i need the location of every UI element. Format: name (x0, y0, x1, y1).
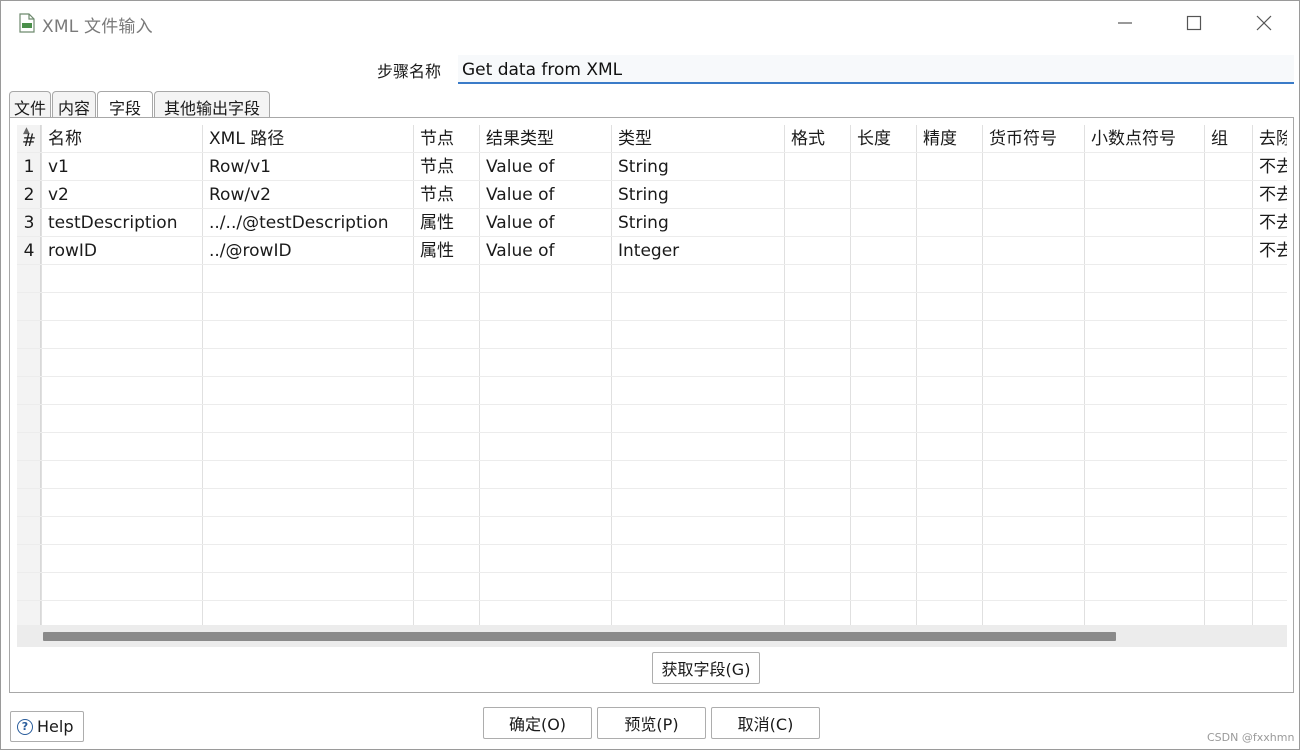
cell-name[interactable]: v2 (42, 181, 202, 209)
cell-xml-path[interactable]: Row/v2 (203, 181, 413, 209)
empty-table-row[interactable] (17, 405, 1287, 433)
cell-type[interactable]: String (612, 209, 784, 237)
column-header-format[interactable]: 格式 (785, 125, 850, 153)
step-name-input[interactable] (458, 55, 1294, 84)
column-header-currency[interactable]: 货币符号 (983, 125, 1084, 153)
cell-type[interactable]: String (612, 181, 784, 209)
cell-xml-path[interactable]: ../@rowID (203, 237, 413, 265)
cell-result-type[interactable]: Value of (480, 237, 611, 265)
get-fields-button[interactable]: 获取字段(G) (652, 652, 760, 684)
minimize-button[interactable] (1090, 1, 1160, 45)
cell-result-type[interactable]: Value of (480, 209, 611, 237)
maximize-icon (1186, 15, 1202, 31)
cell-result-type[interactable]: Value of (480, 181, 611, 209)
step-name-label: 步骤名称 (377, 62, 442, 81)
empty-table-row[interactable] (17, 489, 1287, 517)
dialog-window: XML 文件输入 步骤名称 文件 内容 字段 其他输出字段 ▲ # 名称 XML… (0, 0, 1300, 750)
fields-panel: ▲ # 名称 XML 路径 节点 结果类型 类型 格式 长度 精度 货币符号 小… (9, 117, 1294, 693)
cell-trim[interactable]: 不去掉 (1253, 181, 1287, 209)
cell-name[interactable]: testDescription (42, 209, 202, 237)
column-header-group[interactable]: 组 (1205, 125, 1252, 153)
cell-xml-path[interactable]: ../../@testDescription (203, 209, 413, 237)
close-icon (1256, 15, 1272, 31)
cell-name[interactable]: rowID (42, 237, 202, 265)
row-number: 4 (23, 241, 35, 261)
cancel-button[interactable]: 取消(C) (711, 707, 820, 739)
help-icon: ? (17, 718, 33, 735)
help-button[interactable]: ? Help (10, 711, 84, 742)
cell-trim[interactable]: 不去掉 (1253, 153, 1287, 181)
cell-node[interactable]: 属性 (414, 209, 479, 237)
empty-table-row[interactable] (17, 545, 1287, 573)
column-header-trim[interactable]: 去除空字符 (1253, 125, 1287, 153)
column-header-length[interactable]: 长度 (851, 125, 916, 153)
cell-name[interactable]: v1 (42, 153, 202, 181)
cell-xml-path[interactable]: Row/v1 (203, 153, 413, 181)
row-number: 1 (23, 157, 35, 177)
column-header-number[interactable]: # (17, 125, 41, 153)
column-header-precision[interactable]: 精度 (917, 125, 982, 153)
empty-table-row[interactable] (17, 573, 1287, 601)
help-label: Help (37, 717, 74, 736)
row-number: 2 (23, 185, 35, 205)
column-header-type[interactable]: 类型 (612, 125, 784, 153)
cell-trim[interactable]: 不去掉 (1253, 237, 1287, 265)
empty-table-row[interactable] (17, 349, 1287, 377)
empty-table-row[interactable] (17, 601, 1287, 625)
tab-fields[interactable]: 字段 (97, 91, 153, 118)
empty-table-row[interactable] (17, 265, 1287, 293)
table-row[interactable]: 4 rowID ../@rowID 属性 Value of Integer 不去… (17, 237, 1287, 265)
cell-result-type[interactable]: Value of (480, 153, 611, 181)
empty-table-row[interactable] (17, 321, 1287, 349)
column-header-name[interactable]: 名称 (42, 125, 202, 153)
column-header-xml-path[interactable]: XML 路径 (203, 125, 413, 153)
tab-additional-output-fields[interactable]: 其他输出字段 (154, 91, 270, 118)
table-row[interactable]: 2 v2 Row/v2 节点 Value of String 不去掉 (17, 181, 1287, 209)
ok-button[interactable]: 确定(O) (483, 707, 592, 739)
title-bar[interactable]: XML 文件输入 (1, 1, 1299, 45)
cell-node[interactable]: 节点 (414, 153, 479, 181)
empty-table-row[interactable] (17, 377, 1287, 405)
cell-trim[interactable]: 不去掉 (1253, 209, 1287, 237)
table-header-row: ▲ # 名称 XML 路径 节点 结果类型 类型 格式 长度 精度 货币符号 小… (17, 125, 1287, 153)
tab-file[interactable]: 文件 (9, 91, 51, 118)
cell-type[interactable]: String (612, 153, 784, 181)
close-button[interactable] (1229, 1, 1299, 45)
table-row[interactable]: 3 testDescription ../../@testDescription… (17, 209, 1287, 237)
fields-table[interactable]: ▲ # 名称 XML 路径 节点 结果类型 类型 格式 长度 精度 货币符号 小… (17, 125, 1287, 625)
scrollbar-thumb[interactable] (43, 632, 1116, 641)
tab-content[interactable]: 内容 (52, 91, 96, 118)
maximize-button[interactable] (1159, 1, 1229, 45)
minimize-icon (1118, 22, 1132, 24)
column-header-decimal[interactable]: 小数点符号 (1085, 125, 1204, 153)
cell-type[interactable]: Integer (612, 237, 784, 265)
xml-file-icon (19, 13, 35, 33)
table-row[interactable]: 1 v1 Row/v1 节点 Value of String 不去掉 (17, 153, 1287, 181)
empty-table-row[interactable] (17, 433, 1287, 461)
preview-button[interactable]: 预览(P) (597, 707, 706, 739)
watermark: CSDN @fxxhmn (1207, 731, 1295, 744)
column-header-node[interactable]: 节点 (414, 125, 479, 153)
horizontal-scrollbar[interactable] (17, 625, 1287, 647)
empty-table-row[interactable] (17, 461, 1287, 489)
row-number: 3 (23, 213, 35, 233)
empty-table-row[interactable] (17, 293, 1287, 321)
cell-node[interactable]: 属性 (414, 237, 479, 265)
column-header-result-type[interactable]: 结果类型 (480, 125, 611, 153)
empty-table-row[interactable] (17, 517, 1287, 545)
window-title: XML 文件输入 (42, 17, 153, 37)
cell-node[interactable]: 节点 (414, 181, 479, 209)
